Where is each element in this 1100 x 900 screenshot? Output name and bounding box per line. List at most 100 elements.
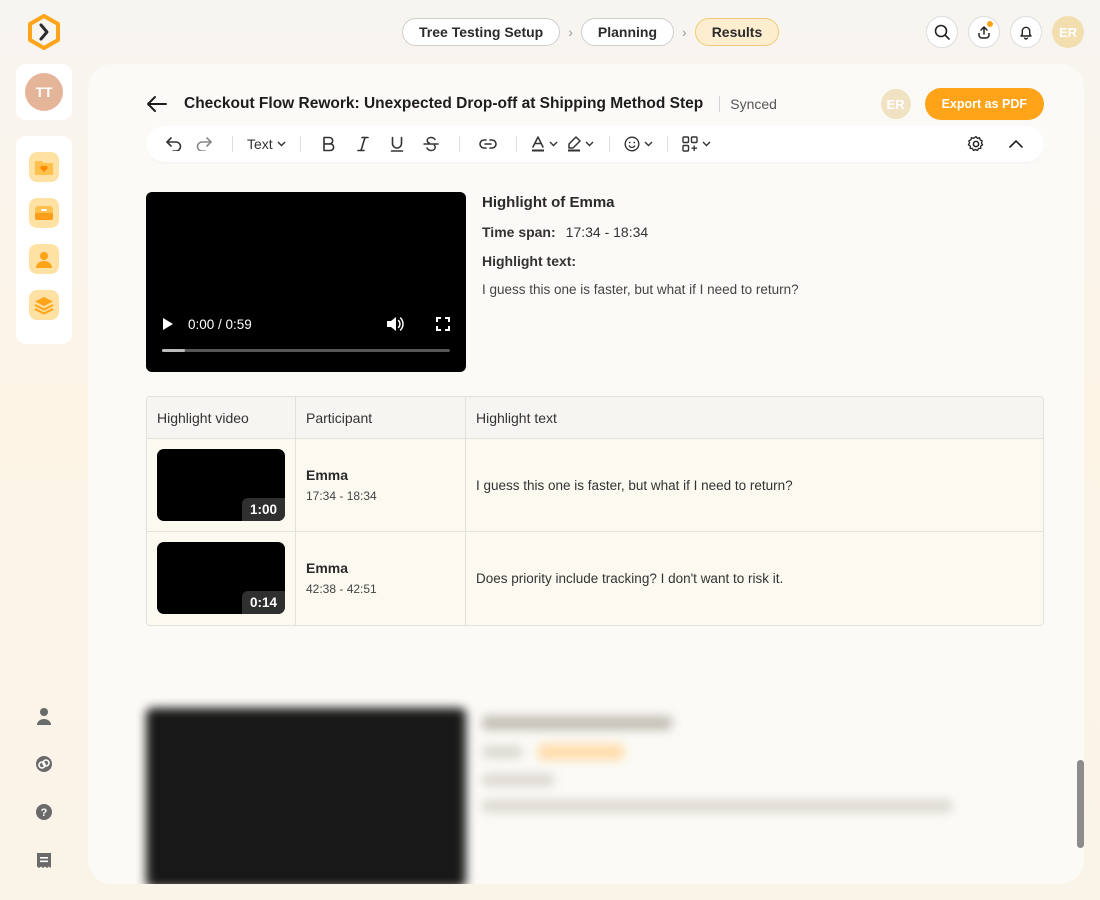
fullscreen-icon[interactable] — [436, 317, 450, 331]
highlights-table: Highlight video Participant Highlight te… — [146, 396, 1044, 626]
blurred-line — [482, 746, 522, 758]
table-row[interactable]: 1:00 Emma 17:34 - 18:34 I guess this one… — [147, 439, 1043, 532]
video-thumbnail[interactable]: 1:00 — [157, 449, 285, 521]
strikethrough-button[interactable] — [417, 130, 445, 158]
blurred-line — [482, 800, 952, 812]
integrations-icon[interactable] — [28, 740, 60, 788]
column-header-participant: Participant — [296, 397, 466, 438]
time-span-value: 17:34 - 18:34 — [565, 224, 649, 240]
svg-text:?: ? — [41, 807, 48, 819]
video-thumbnail[interactable]: 0:14 — [157, 542, 285, 614]
app-logo[interactable] — [26, 14, 62, 50]
highlight-video-player[interactable]: 0:00 / 0:59 — [146, 192, 466, 372]
italic-button[interactable] — [349, 130, 377, 158]
inbox-tray-icon[interactable] — [29, 198, 59, 228]
settings-button[interactable] — [962, 130, 990, 158]
participants-icon[interactable] — [29, 244, 59, 274]
underline-button[interactable] — [383, 130, 411, 158]
blurred-line — [538, 744, 624, 760]
video-controls: 0:00 / 0:59 — [162, 316, 450, 332]
text-style-dropdown[interactable]: Text — [247, 130, 286, 158]
search-icon — [934, 24, 950, 40]
toolbar-divider — [458, 136, 460, 152]
participant-time: 17:34 - 18:34 — [306, 489, 377, 503]
underline-icon — [390, 136, 403, 152]
chevron-right-icon: › — [682, 24, 687, 40]
highlight-color-dropdown[interactable] — [567, 130, 595, 158]
bold-button[interactable] — [315, 130, 343, 158]
undo-icon — [166, 137, 182, 151]
video-duration: 0:14 — [241, 591, 285, 614]
gear-icon — [967, 135, 984, 152]
undo-button[interactable] — [160, 130, 188, 158]
toolbar-divider — [666, 136, 668, 152]
video-time: 0:00 / 0:59 — [188, 316, 252, 332]
chevron-down-icon — [549, 141, 558, 147]
changelog-icon[interactable] — [28, 836, 60, 884]
editor-toolbar: Text — [146, 126, 1044, 162]
blurred-line — [482, 774, 554, 786]
column-header-text: Highlight text — [476, 409, 557, 426]
redo-icon — [196, 137, 212, 151]
workspace-avatar-card[interactable]: TT — [16, 64, 72, 120]
column-header-video: Highlight video — [147, 397, 296, 438]
toolbar-divider — [608, 136, 610, 152]
video-progress-fill — [162, 349, 186, 352]
toolbar-divider — [515, 136, 517, 152]
highlighter-icon — [568, 136, 581, 152]
insert-block-dropdown[interactable] — [681, 130, 711, 158]
top-actions: ER — [926, 16, 1084, 48]
highlight-text-cell: I guess this one is faster, but what if … — [476, 477, 793, 493]
play-icon[interactable] — [162, 317, 174, 331]
chevron-up-icon — [1009, 140, 1023, 148]
layers-icon[interactable] — [29, 290, 59, 320]
chevron-right-icon: › — [568, 24, 573, 40]
notification-dot — [986, 20, 994, 28]
participant-time: 42:38 - 42:51 — [306, 582, 377, 596]
text-color-dropdown[interactable] — [531, 130, 559, 158]
text-style-label: Text — [247, 136, 273, 152]
updates-button[interactable] — [968, 16, 1000, 48]
redo-button[interactable] — [190, 130, 218, 158]
favorites-folder-icon[interactable] — [29, 152, 59, 182]
link-button[interactable] — [474, 130, 502, 158]
chevron-down-icon — [585, 141, 594, 147]
chevron-down-icon — [702, 141, 711, 147]
back-button[interactable] — [146, 91, 172, 117]
time-span-row: Time span: 17:34 - 18:34 — [482, 224, 1002, 240]
time-span-label: Time span: — [482, 224, 556, 240]
export-pdf-button[interactable]: Export as PDF — [924, 88, 1044, 120]
chevron-down-icon — [644, 141, 653, 147]
workflow-steps: Tree Testing Setup › Planning › Results — [402, 18, 780, 46]
profile-icon[interactable] — [28, 692, 60, 740]
help-icon[interactable]: ? — [28, 788, 60, 836]
link-icon — [478, 139, 497, 149]
bold-icon — [322, 136, 335, 152]
bell-icon — [1020, 26, 1032, 40]
search-button[interactable] — [926, 16, 958, 48]
document-header: Checkout Flow Rework: Unexpected Drop-of… — [146, 88, 1044, 120]
toolbar-divider — [232, 136, 233, 152]
blurred-next-section — [146, 708, 1046, 884]
document-title[interactable]: Checkout Flow Rework: Unexpected Drop-of… — [184, 95, 703, 113]
volume-icon[interactable] — [386, 316, 404, 332]
grid-plus-icon — [681, 136, 698, 152]
rail-apps — [16, 136, 72, 344]
highlight-text-cell: Does priority include tracking? I don't … — [476, 571, 784, 586]
workspace-avatar: TT — [25, 73, 63, 111]
step-results[interactable]: Results — [694, 18, 780, 46]
collapse-toolbar-button[interactable] — [1002, 130, 1030, 158]
highlight-details: Highlight of Emma Time span: 17:34 - 18:3… — [482, 194, 1002, 297]
user-avatar[interactable]: ER — [1052, 16, 1084, 48]
report-editor: Checkout Flow Rework: Unexpected Drop-of… — [88, 64, 1084, 884]
notifications-button[interactable] — [1010, 16, 1042, 48]
emoji-icon — [624, 136, 640, 152]
page-scrollbar[interactable] — [1077, 760, 1084, 848]
table-row[interactable]: 0:14 Emma 42:38 - 42:51 Does priority in… — [147, 532, 1043, 625]
step-tree-testing-setup[interactable]: Tree Testing Setup — [402, 18, 561, 46]
table-header: Highlight video Participant Highlight te… — [147, 397, 1043, 439]
step-planning[interactable]: Planning — [580, 18, 675, 46]
collaborator-avatar[interactable]: ER — [880, 89, 911, 119]
emoji-dropdown[interactable] — [624, 130, 653, 158]
video-progress-bar[interactable] — [162, 349, 450, 352]
